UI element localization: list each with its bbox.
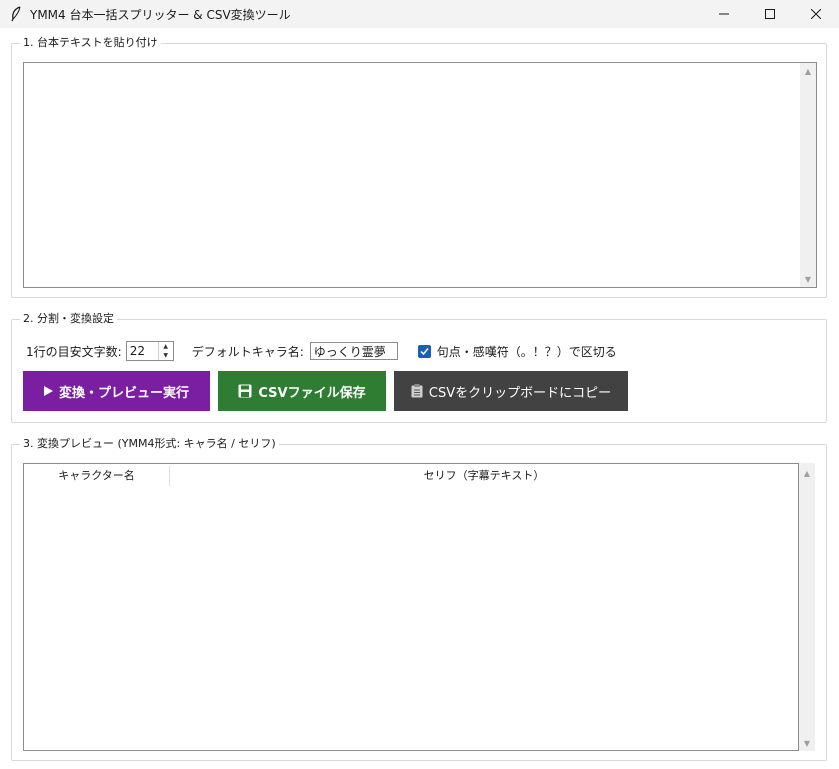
close-icon — [811, 9, 821, 19]
preview-button-label: 変換・プレビュー実行 — [58, 385, 189, 401]
preview-table-header: キャラクター名 セリフ（字幕テキスト） — [24, 464, 798, 488]
section3-label: 3. 変換プレビュー (YMM4形式: キャラ名 / セリフ) — [20, 437, 279, 451]
script-textarea-scrollbar[interactable]: ▲ ▼ — [800, 63, 816, 287]
title-bar: YMM4 台本一括スプリッター & CSV変換ツール — [0, 0, 839, 28]
split-checkbox-label: 句点・感嘆符（。！？）で区切る — [436, 344, 617, 359]
maximize-button[interactable] — [747, 0, 793, 28]
scroll-up-icon[interactable]: ▲ — [800, 63, 816, 79]
section2-label: 2. 分割・変換設定 — [20, 312, 117, 326]
feather-icon — [8, 6, 24, 22]
close-button[interactable] — [793, 0, 839, 28]
maximize-icon — [765, 9, 775, 19]
preview-button[interactable]: 変換・プレビュー実行 — [23, 371, 210, 411]
play-icon — [43, 386, 53, 396]
minimize-icon — [719, 13, 729, 15]
split-checkbox[interactable] — [417, 344, 431, 358]
column-header-character[interactable]: キャラクター名 — [24, 466, 170, 486]
chars-per-line-spinbox[interactable]: 22 ▲ ▼ — [125, 341, 174, 361]
default-character-input[interactable]: ゆっくり霊夢 — [309, 342, 398, 360]
save-csv-button[interactable]: CSVファイル保存 — [218, 371, 386, 411]
column-header-line[interactable]: セリフ（字幕テキスト） — [170, 466, 798, 486]
copy-csv-button-label: CSVをクリップボードにコピー — [428, 385, 612, 401]
scroll-up-icon[interactable]: ▲ — [799, 465, 815, 481]
window-title: YMM4 台本一括スプリッター & CSV変換ツール — [30, 7, 291, 22]
section1-label: 1. 台本テキストを貼り付け — [20, 36, 161, 50]
copy-csv-button[interactable]: CSVをクリップボードにコピー — [394, 371, 628, 411]
preview-table[interactable]: キャラクター名 セリフ（字幕テキスト） — [23, 463, 799, 751]
preview-table-scrollbar[interactable]: ▲ ▼ — [799, 463, 815, 751]
checkmark-icon — [420, 347, 429, 355]
default-character-label: デフォルトキャラ名: — [191, 344, 304, 359]
spin-down-icon[interactable]: ▼ — [159, 351, 173, 360]
window-controls — [701, 0, 839, 28]
clipboard-icon — [411, 384, 423, 398]
save-csv-button-label: CSVファイル保存 — [258, 385, 366, 401]
chars-per-line-label: 1行の目安文字数: — [26, 344, 122, 359]
script-textarea[interactable]: ▲ ▼ — [23, 62, 817, 288]
spin-up-icon[interactable]: ▲ — [159, 342, 173, 351]
scroll-down-icon[interactable]: ▼ — [800, 271, 816, 287]
minimize-button[interactable] — [701, 0, 747, 28]
chars-per-line-value: 22 — [129, 344, 145, 358]
settings-row: 1行の目安文字数: 22 ▲ ▼ デフォルトキャラ名: ゆっくり霊夢 句点・感嘆… — [26, 341, 617, 361]
floppy-disk-icon — [238, 384, 252, 398]
scroll-down-icon[interactable]: ▼ — [799, 735, 815, 751]
